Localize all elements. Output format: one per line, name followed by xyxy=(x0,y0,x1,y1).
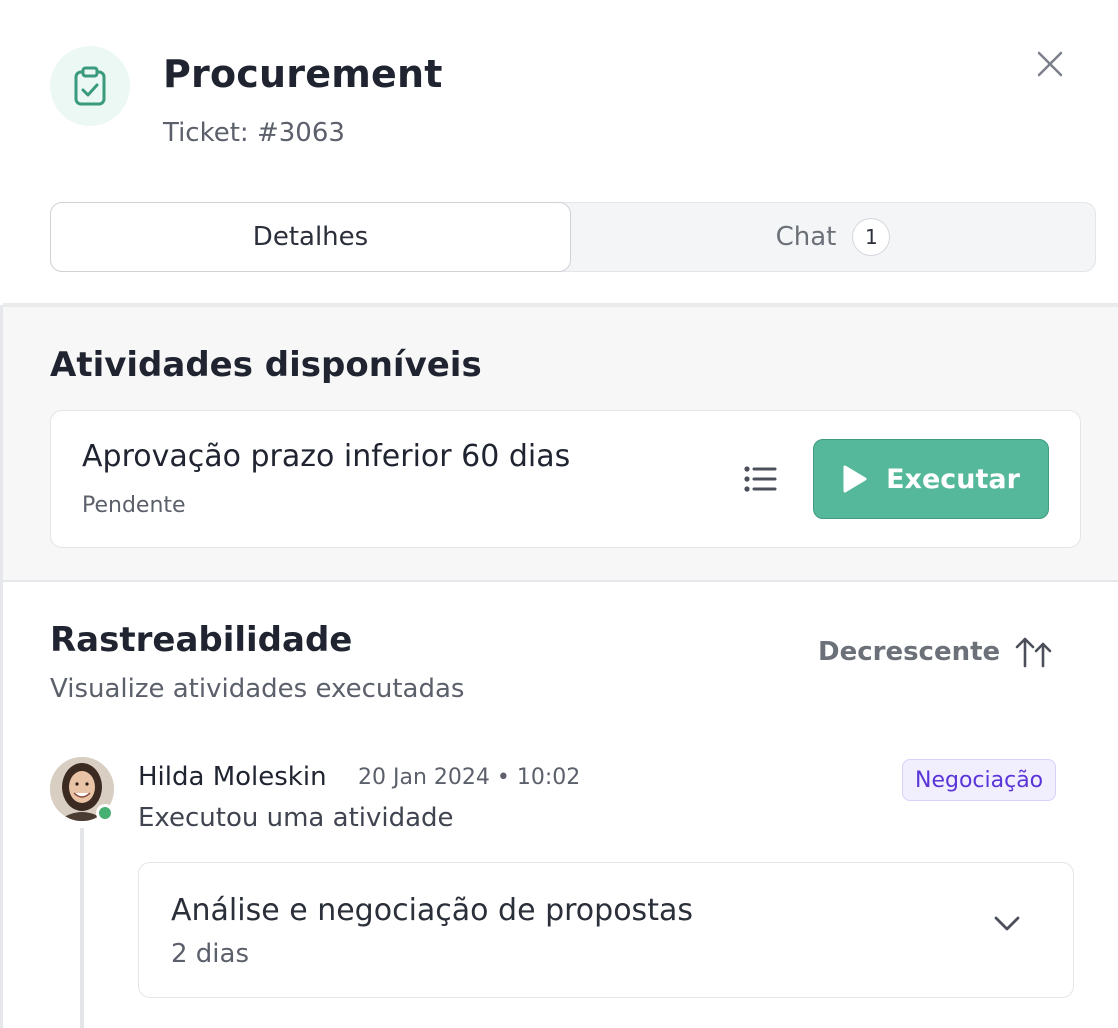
tab-details[interactable]: Detalhes xyxy=(50,202,571,272)
available-activities-section: Atividades disponíveis Aprovação prazo i… xyxy=(3,307,1118,580)
close-button[interactable] xyxy=(1030,44,1070,84)
event-description: Executou uma atividade xyxy=(138,803,454,833)
chevron-down-icon xyxy=(994,916,1020,931)
tab-bar: Detalhes Chat 1 xyxy=(50,202,1096,272)
sort-arrows-icon xyxy=(1015,637,1052,668)
list-icon xyxy=(744,466,777,492)
event-user-name: Hilda Moleskin xyxy=(138,762,327,792)
activity-details-button[interactable] xyxy=(741,459,781,499)
traceability-title: Rastreabilidade xyxy=(50,620,353,660)
executed-activity-name: Análise e negociação de propostas xyxy=(171,893,693,928)
activity-name: Aprovação prazo inferior 60 dias xyxy=(82,439,571,474)
ticket-number: Ticket: #3063 xyxy=(163,118,345,148)
chat-count-badge: 1 xyxy=(852,218,891,256)
activity-card: Aprovação prazo inferior 60 dias Pendent… xyxy=(50,410,1081,548)
execute-button[interactable]: Executar xyxy=(813,439,1049,519)
timeline-line xyxy=(80,828,84,1028)
tab-details-label: Detalhes xyxy=(252,222,369,252)
expand-button[interactable] xyxy=(987,903,1027,943)
activity-status: Pendente xyxy=(82,493,186,518)
play-icon xyxy=(843,465,867,493)
divider xyxy=(3,580,1118,582)
page-title: Procurement xyxy=(163,52,443,96)
panel-header: Procurement Ticket: #3063 Detalhes Chat … xyxy=(0,0,1118,305)
executed-activity-card[interactable]: Análise e negociação de propostas 2 dias xyxy=(138,862,1074,998)
sort-order-button[interactable]: Decrescente xyxy=(818,630,1054,674)
section-title: Atividades disponíveis xyxy=(50,345,482,385)
close-icon xyxy=(1037,51,1063,77)
event-datetime: 20 Jan 2024 • 10:02 xyxy=(358,765,581,790)
tab-chat-label: Chat xyxy=(775,222,837,252)
executed-activity-duration: 2 dias xyxy=(171,939,250,969)
sort-order-label: Decrescente xyxy=(818,637,1001,667)
clipboard-check-icon xyxy=(50,46,130,126)
event-stage-tag: Negociação xyxy=(902,759,1057,801)
execute-button-label: Executar xyxy=(886,463,1020,495)
traceability-subtitle: Visualize atividades executadas xyxy=(50,674,465,704)
online-status-indicator xyxy=(96,804,114,822)
tab-chat[interactable]: Chat 1 xyxy=(571,203,1095,271)
